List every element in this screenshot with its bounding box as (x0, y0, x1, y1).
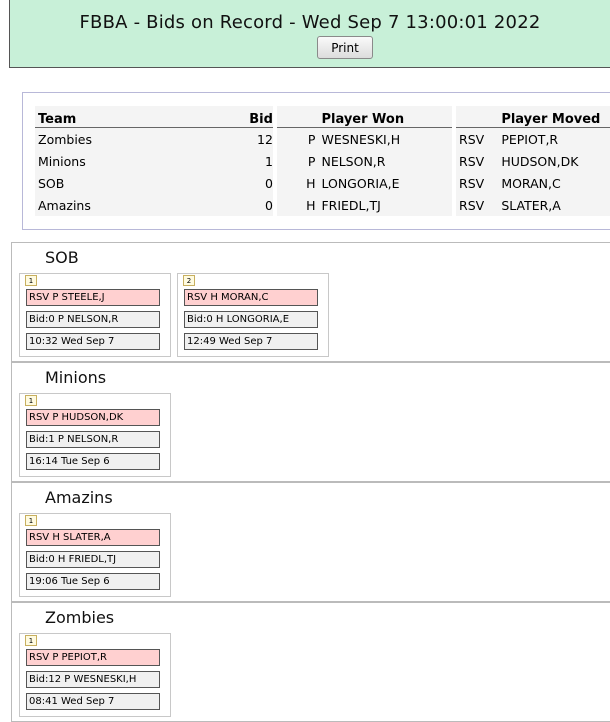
summary-player-moved: HUDSON,DK (501, 150, 610, 172)
team-section-sob: SOB 1 RSV P STEELE,J Bid:0 P NELSON,R 10… (11, 242, 610, 362)
col-header-team: Team (35, 106, 250, 128)
summary-row: Amazins 0 H FRIEDL,TJ RSV SLATER,A (35, 194, 610, 216)
section-title: Zombies (45, 608, 115, 627)
summary-rsv: RSV (456, 172, 502, 194)
card-timestamp: 12:49 Wed Sep 7 (184, 333, 318, 350)
card-number: 1 (25, 395, 37, 406)
bid-card: 1 RSV H SLATER,A Bid:0 H FRIEDL,TJ 19:06… (19, 513, 171, 597)
card-reserve-player: RSV P HUDSON,DK (26, 409, 160, 426)
card-number: 2 (183, 275, 195, 286)
card-number: 1 (25, 635, 37, 646)
bid-card: 1 RSV P PEPIOT,R Bid:12 P WESNESKI,H 08:… (19, 633, 171, 717)
section-title: Minions (45, 368, 107, 387)
summary-bid: 1 (249, 150, 273, 172)
summary-won-pos: P (276, 150, 322, 172)
summary-rsv: RSV (456, 194, 502, 216)
card-timestamp: 16:14 Tue Sep 6 (26, 453, 160, 470)
summary-bid: 0 (249, 172, 273, 194)
summary-bid: 12 (249, 127, 273, 150)
summary-player-moved: PEPIOT,R (501, 127, 610, 150)
card-reserve-player: RSV P STEELE,J (26, 289, 160, 306)
card-reserve-player: RSV H SLATER,A (26, 529, 160, 546)
card-timestamp: 10:32 Wed Sep 7 (26, 333, 160, 350)
bid-card: 2 RSV H MORAN,C Bid:0 H LONGORIA,E 12:49… (177, 273, 329, 357)
summary-player-won: NELSON,R (321, 150, 453, 172)
bids-summary-table: Team Bid Player Won Player Moved Zombies… (35, 106, 610, 216)
col-header-player-moved: Player Moved (501, 106, 610, 128)
summary-player-won: WESNESKI,H (321, 127, 453, 150)
summary-team: SOB (35, 172, 250, 194)
bids-summary-panel: Team Bid Player Won Player Moved Zombies… (22, 92, 610, 230)
card-number: 1 (25, 275, 37, 286)
bid-card: 1 RSV P STEELE,J Bid:0 P NELSON,R 10:32 … (19, 273, 171, 357)
card-bid-player: Bid:0 H LONGORIA,E (184, 311, 318, 328)
summary-team: Amazins (35, 194, 250, 216)
section-title: Amazins (45, 488, 113, 507)
summary-row: Minions 1 P NELSON,R RSV HUDSON,DK (35, 150, 610, 172)
bid-card: 1 RSV P HUDSON,DK Bid:1 P NELSON,R 16:14… (19, 393, 171, 477)
page-header: FBBA - Bids on Record - Wed Sep 7 13:00:… (9, 0, 610, 68)
summary-team: Zombies (35, 127, 250, 150)
col-header-bid: Bid (249, 106, 273, 128)
summary-bid: 0 (249, 194, 273, 216)
print-button[interactable]: Print (317, 36, 373, 59)
summary-player-won: LONGORIA,E (321, 172, 453, 194)
summary-player-moved: MORAN,C (501, 172, 610, 194)
summary-rsv: RSV (456, 127, 502, 150)
card-reserve-player: RSV H MORAN,C (184, 289, 318, 306)
card-timestamp: 19:06 Tue Sep 6 (26, 573, 160, 590)
section-title: SOB (45, 248, 79, 267)
summary-row: SOB 0 H LONGORIA,E RSV MORAN,C (35, 172, 610, 194)
summary-won-pos: P (276, 127, 322, 150)
team-section-minions: Minions 1 RSV P HUDSON,DK Bid:1 P NELSON… (11, 362, 610, 482)
summary-player-moved: SLATER,A (501, 194, 610, 216)
summary-player-won: FRIEDL,TJ (321, 194, 453, 216)
card-bid-player: Bid:1 P NELSON,R (26, 431, 160, 448)
summary-team: Minions (35, 150, 250, 172)
page-title: FBBA - Bids on Record - Wed Sep 7 13:00:… (79, 12, 541, 33)
summary-header-row: Team Bid Player Won Player Moved (35, 106, 610, 128)
card-bid-player: Bid:0 P NELSON,R (26, 311, 160, 328)
team-section-zombies: Zombies 1 RSV P PEPIOT,R Bid:12 P WESNES… (11, 602, 610, 722)
card-number: 1 (25, 515, 37, 526)
summary-rsv: RSV (456, 150, 502, 172)
card-bid-player: Bid:0 H FRIEDL,TJ (26, 551, 160, 568)
summary-row: Zombies 12 P WESNESKI,H RSV PEPIOT,R (35, 127, 610, 150)
card-timestamp: 08:41 Wed Sep 7 (26, 693, 160, 710)
summary-won-pos: H (276, 172, 322, 194)
summary-won-pos: H (276, 194, 322, 216)
col-header-player-won: Player Won (321, 106, 453, 128)
card-reserve-player: RSV P PEPIOT,R (26, 649, 160, 666)
team-section-amazins: Amazins 1 RSV H SLATER,A Bid:0 H FRIEDL,… (11, 482, 610, 602)
card-bid-player: Bid:12 P WESNESKI,H (26, 671, 160, 688)
